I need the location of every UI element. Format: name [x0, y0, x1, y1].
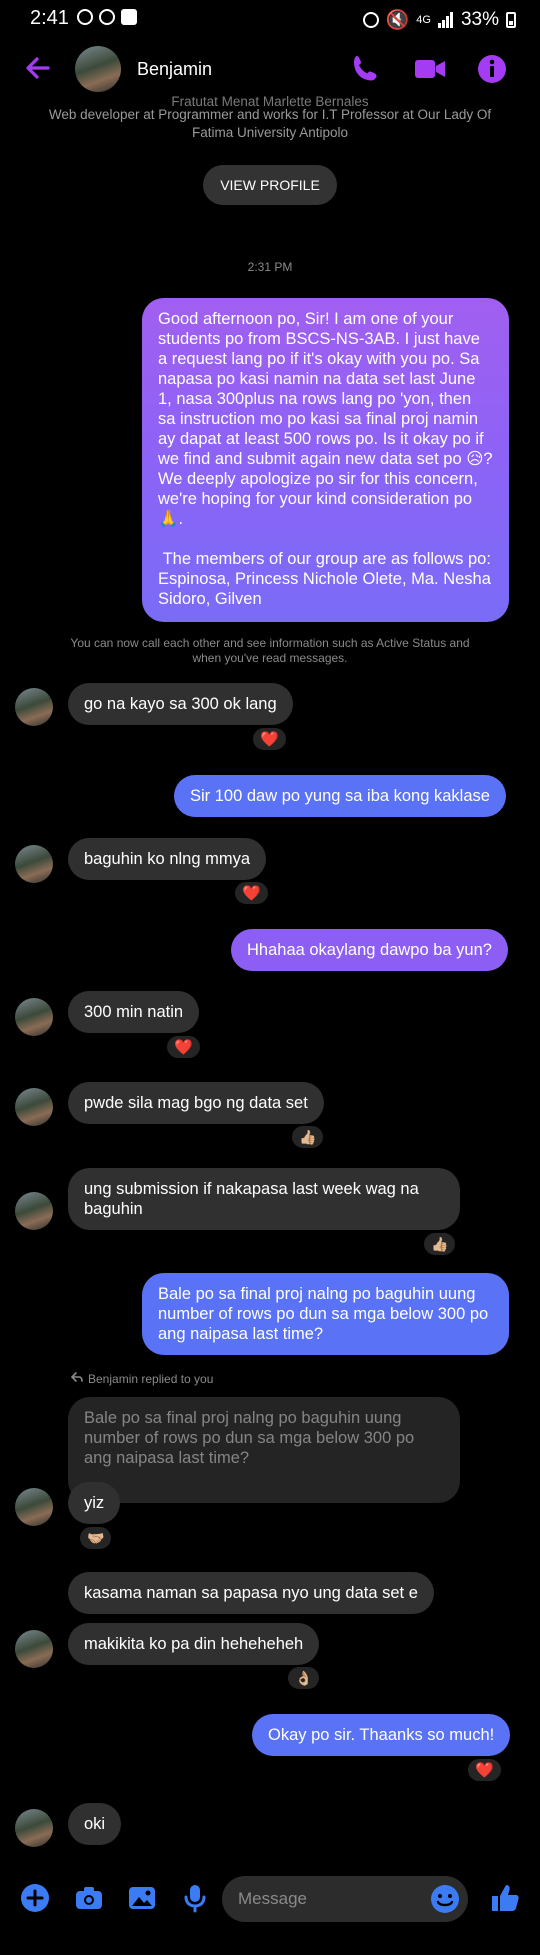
received-message[interactable]: 300 min natin [68, 991, 200, 1033]
thumbs-up-reaction[interactable]: 👍🏼 [422, 1231, 458, 1257]
signal-icon [437, 12, 453, 28]
like-thumbs-up-icon[interactable] [489, 1882, 521, 1914]
video-call-icon[interactable] [413, 52, 447, 86]
profile-cut-line: Fratutat Menat Marlette Bernales [171, 96, 369, 106]
heart-reaction[interactable]: ❤️ [466, 1757, 503, 1783]
heart-reaction[interactable]: ❤️ [251, 726, 288, 752]
emoji-icon[interactable] [429, 1883, 461, 1915]
timestamp: 2:31 PM [247, 260, 293, 274]
dnd-icon [77, 9, 93, 25]
contact-avatar[interactable] [75, 46, 121, 92]
handshake-icon: 🤝🏼 [87, 1529, 105, 1546]
sender-avatar[interactable] [15, 1488, 53, 1526]
sender-avatar[interactable] [15, 1630, 53, 1668]
info-notice: You can now call each other and see info… [70, 636, 470, 665]
received-message[interactable]: kasama naman sa papasa nyo ung data set … [68, 1572, 434, 1614]
handshake-reaction[interactable]: 🤝🏼 [78, 1525, 114, 1551]
composer-bar [0, 1870, 540, 1930]
reply-arrow-icon [70, 1372, 83, 1382]
alarm-icon [362, 12, 379, 28]
contact-name[interactable]: Benjamin [137, 59, 212, 80]
messenger-notification-icon [99, 9, 115, 25]
back-arrow-icon[interactable] [22, 52, 54, 84]
plus-icon[interactable] [19, 1882, 51, 1914]
received-message[interactable]: yiz [68, 1482, 121, 1524]
heart-icon: ❤️ [260, 731, 279, 748]
battery-percent: 33% [460, 9, 499, 30]
sender-avatar[interactable] [15, 688, 53, 726]
camera-icon[interactable] [73, 1882, 105, 1914]
heart-reaction[interactable]: ❤️ [233, 880, 270, 906]
sender-avatar[interactable] [15, 998, 53, 1036]
sender-avatar[interactable] [15, 1192, 53, 1230]
sent-message[interactable]: Okay po sir. Thaanks so much! [252, 1714, 511, 1756]
profile-line-1: Web developer at Programmer and works fo… [48, 107, 492, 122]
system-icons: 🔇 4G 33% [362, 8, 516, 32]
sender-avatar[interactable] [15, 845, 53, 883]
battery-icon [506, 12, 516, 28]
conversation-header: Benjamin [0, 38, 540, 102]
system-nav-area [0, 1935, 540, 1955]
status-time: 2:41 [30, 7, 69, 29]
sender-avatar[interactable] [15, 1809, 53, 1847]
status-bar: 2:41 🔇 4G 33% [0, 0, 540, 38]
received-message[interactable]: baguhin ko nlng mmya [68, 838, 267, 880]
sent-message[interactable]: Bale po sa final proj nalng po baguhin u… [142, 1273, 509, 1355]
profile-line-2: Fatima University Antipolo [191, 125, 349, 140]
sender-avatar[interactable] [15, 1088, 53, 1126]
heart-reaction[interactable]: ❤️ [165, 1034, 202, 1060]
gallery-notification-icon [121, 9, 137, 25]
notification-icons [77, 9, 137, 25]
microphone-icon[interactable] [179, 1882, 211, 1914]
ok-hand-icon: 👌🏼 [295, 1669, 313, 1686]
heart-icon: ❤️ [475, 1762, 494, 1779]
mute-icon: 🔇 [385, 10, 410, 31]
received-message[interactable]: go na kayo sa 300 ok lang [68, 683, 293, 725]
sent-message[interactable]: Sir 100 daw po yung sa iba kong kaklase [174, 775, 506, 817]
quoted-message[interactable]: Bale po sa final proj nalng po baguhin u… [68, 1397, 460, 1503]
network-type: 4G [416, 14, 431, 26]
profile-details: Fratutat Menat Marlette Bernales Web dev… [0, 96, 540, 142]
received-message[interactable]: makikita ko pa din heheheheh [68, 1623, 320, 1665]
voice-call-icon[interactable] [348, 52, 382, 86]
thumbs-up-icon: 👍🏼 [299, 1128, 317, 1145]
sent-message[interactable]: Good afternoon po, Sir! I am one of your… [142, 298, 509, 622]
heart-icon: ❤️ [174, 1039, 193, 1056]
received-message[interactable]: oki [68, 1803, 122, 1845]
ok-hand-reaction[interactable]: 👌🏼 [286, 1665, 322, 1691]
gallery-icon[interactable] [126, 1882, 158, 1914]
thumbs-up-reaction[interactable]: 👍🏼 [290, 1124, 326, 1150]
view-profile-button[interactable]: VIEW PROFILE [203, 165, 337, 205]
received-message[interactable]: pwde sila mag bgo ng data set [68, 1082, 324, 1124]
sent-message[interactable]: Hhahaa okaylang dawpo ba yun? [231, 929, 508, 971]
thumbs-up-icon: 👍🏼 [431, 1235, 449, 1252]
reply-label: Benjamin replied to you [88, 1372, 214, 1386]
heart-icon: ❤️ [242, 885, 261, 902]
received-message[interactable]: ung submission if nakapasa last week wag… [68, 1168, 460, 1230]
info-icon[interactable] [475, 52, 509, 86]
